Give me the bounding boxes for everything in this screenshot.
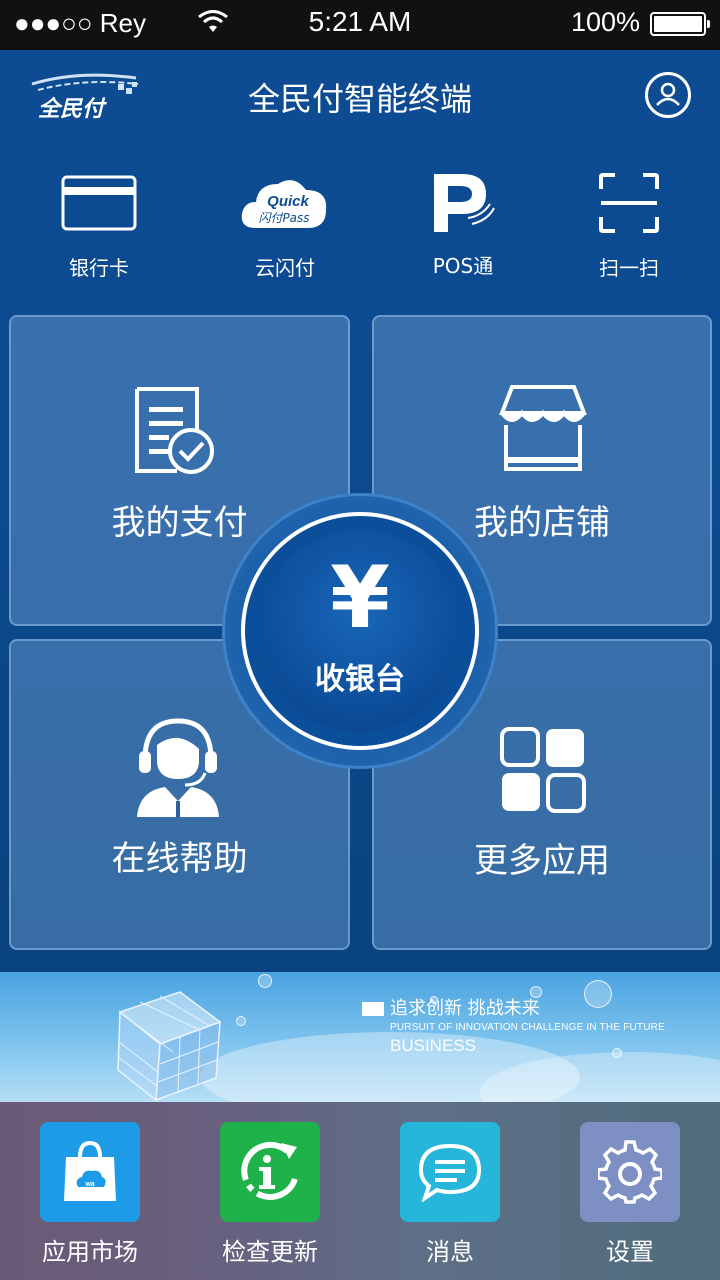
quick-label: 云闪付 [255, 256, 315, 280]
dock-app-market[interactable]: wa 应用市场 [0, 1122, 180, 1272]
promo-banner[interactable]: 追求创新 挑战未来 PURSUIT OF INNOVATION CHALLENG… [0, 972, 720, 1102]
store-icon [498, 383, 588, 479]
cube-graphic [60, 982, 230, 1102]
tile-label: 在线帮助 [111, 839, 248, 879]
bubble [612, 1048, 622, 1058]
dock-label: 应用市场 [42, 1238, 138, 1266]
bottom-dock: wa 应用市场 检查更新 消息 设置 [0, 1102, 720, 1280]
banner-subtitle-2: BUSINESS [390, 1036, 476, 1055]
check-update-icon [220, 1122, 320, 1222]
quick-label: POS通 [432, 254, 494, 278]
quick-bank-card[interactable]: 银行卡 [24, 160, 174, 290]
quick-actions: 银行卡 Quick 闪付Pass 云闪付 POS通 扫一扫 [0, 160, 720, 290]
bubble [236, 1016, 246, 1026]
support-agent-icon [135, 715, 221, 821]
header: 全民付 全民付智能终端 [0, 50, 720, 140]
svg-text:Quick: Quick [267, 193, 309, 210]
banner-title: 追求创新 挑战未来 [362, 994, 540, 1020]
battery-icon [650, 12, 710, 36]
bank-card-icon [61, 170, 137, 236]
message-icon [400, 1122, 500, 1222]
bubble [258, 974, 272, 988]
tile-label: 更多应用 [474, 841, 610, 881]
status-bar: ●●●○○ Rey 5:21 AM 100% [0, 0, 720, 50]
quick-label: 扫一扫 [599, 256, 659, 280]
dock-label: 设置 [606, 1238, 654, 1266]
apps-grid-icon [500, 727, 586, 817]
quickpass-icon: Quick 闪付Pass [238, 170, 332, 236]
dock-label: 检查更新 [222, 1238, 318, 1266]
page-title: 全民付智能终端 [247, 80, 472, 118]
battery-percent: 100% [570, 7, 640, 37]
quick-pos[interactable]: POS通 [388, 160, 538, 290]
svg-text:闪付Pass: 闪付Pass [258, 211, 309, 225]
quick-scan[interactable]: 扫一扫 [554, 160, 704, 290]
quick-label: 银行卡 [69, 256, 129, 280]
svg-text:wa: wa [84, 1181, 94, 1188]
app-market-icon: wa [40, 1122, 140, 1222]
quick-cloud-pay[interactable]: Quick 闪付Pass 云闪付 [210, 160, 360, 290]
banner-subtitle: PURSUIT OF INNOVATION CHALLENGE IN THE F… [390, 1022, 665, 1033]
dock-settings[interactable]: 设置 [540, 1122, 720, 1272]
cashier-label: 收银台 [315, 662, 405, 697]
settings-icon [580, 1122, 680, 1222]
dock-label: 消息 [426, 1238, 474, 1266]
dock-check-update[interactable]: 检查更新 [180, 1122, 360, 1272]
scan-icon [591, 170, 667, 236]
bubble [584, 980, 612, 1008]
pos-icon [425, 170, 501, 236]
payment-doc-icon [133, 385, 219, 481]
yen-icon: ¥ [330, 548, 390, 648]
user-icon[interactable] [645, 72, 691, 118]
dock-messages[interactable]: 消息 [360, 1122, 540, 1272]
banner-bar [362, 1002, 384, 1016]
